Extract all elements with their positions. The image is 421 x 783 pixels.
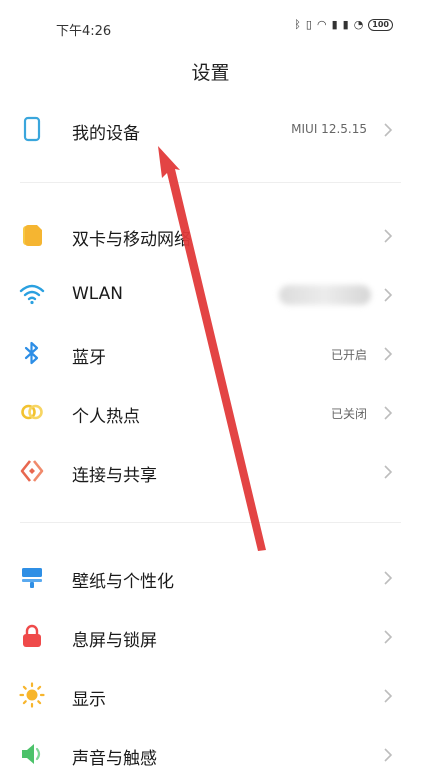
chevron-right-icon: [384, 689, 393, 703]
settings-item-wlan[interactable]: WLAN: [0, 267, 421, 323]
phone-icon: [23, 116, 41, 142]
speaker-icon: [22, 744, 41, 764]
settings-item-dual-sim[interactable]: 双卡与移动网络: [0, 208, 421, 264]
wifi-status-icon: ◔: [353, 18, 364, 31]
settings-item-value: 已开启: [330, 348, 367, 362]
redacted-network-name: [279, 285, 371, 305]
vibrate-icon: ▯: [305, 18, 312, 31]
settings-item-label: 连接与共享: [72, 466, 157, 486]
settings-item-sound[interactable]: 声音与触感: [0, 727, 421, 783]
settings-item-wallpaper[interactable]: 壁纸与个性化: [0, 550, 421, 606]
settings-item-label: 声音与触感: [72, 749, 157, 769]
chevron-right-icon: [384, 465, 393, 479]
settings-item-my-device[interactable]: 我的设备 MIUI 12.5.15: [0, 102, 421, 158]
settings-item-label: 蓝牙: [72, 348, 106, 368]
settings-item-label: 显示: [72, 690, 106, 710]
bluetooth-icon: [24, 341, 39, 365]
status-time: 下午4:26: [56, 24, 112, 39]
chevron-right-icon: [384, 406, 393, 420]
status-bar: 下午4:26 ᛒ ▯ ◠ ▮ ▮ ◔ 100: [0, 0, 421, 46]
page-title: 设置: [191, 62, 230, 84]
settings-item-value: 已关闭: [330, 407, 367, 421]
settings-item-hotspot[interactable]: 个人热点 已关闭: [0, 385, 421, 441]
section-divider: [20, 182, 401, 183]
hotspot-icon: [21, 404, 43, 420]
sun-icon: [19, 682, 45, 708]
chevron-right-icon: [384, 630, 393, 644]
bluetooth-status-icon: ᛒ: [294, 18, 301, 31]
settings-item-label: WLAN: [72, 284, 124, 304]
settings-item-label: 壁纸与个性化: [72, 572, 174, 592]
section-divider: [20, 522, 401, 523]
lock-icon: [23, 624, 41, 647]
settings-item-label: 双卡与移动网络: [72, 230, 191, 250]
share-icon: [20, 460, 44, 482]
wallpaper-icon: [22, 568, 42, 588]
settings-item-connection-share[interactable]: 连接与共享: [0, 444, 421, 500]
settings-item-display[interactable]: 显示: [0, 668, 421, 724]
chevron-right-icon: [384, 123, 393, 137]
chevron-right-icon: [384, 288, 393, 302]
sim-card-icon: [23, 225, 42, 246]
settings-item-lockscreen[interactable]: 息屏与锁屏: [0, 609, 421, 665]
status-icons: ᛒ ▯ ◠ ▮ ▮ ◔ 100: [294, 18, 393, 32]
settings-item-value: MIUI 12.5.15: [291, 122, 367, 136]
battery-icon: 100: [368, 19, 393, 31]
signal-icon: ▮: [331, 18, 338, 31]
chevron-right-icon: [384, 571, 393, 585]
signal-icon: ▮: [342, 18, 349, 31]
settings-item-label: 息屏与锁屏: [72, 631, 157, 651]
settings-item-bluetooth[interactable]: 蓝牙 已开启: [0, 326, 421, 382]
nfc-icon: ◠: [316, 18, 327, 31]
wifi-icon: [19, 284, 45, 305]
settings-item-label: 我的设备: [72, 124, 140, 144]
chevron-right-icon: [384, 347, 393, 361]
chevron-right-icon: [384, 748, 393, 762]
chevron-right-icon: [384, 229, 393, 243]
settings-item-label: 个人热点: [72, 407, 140, 427]
